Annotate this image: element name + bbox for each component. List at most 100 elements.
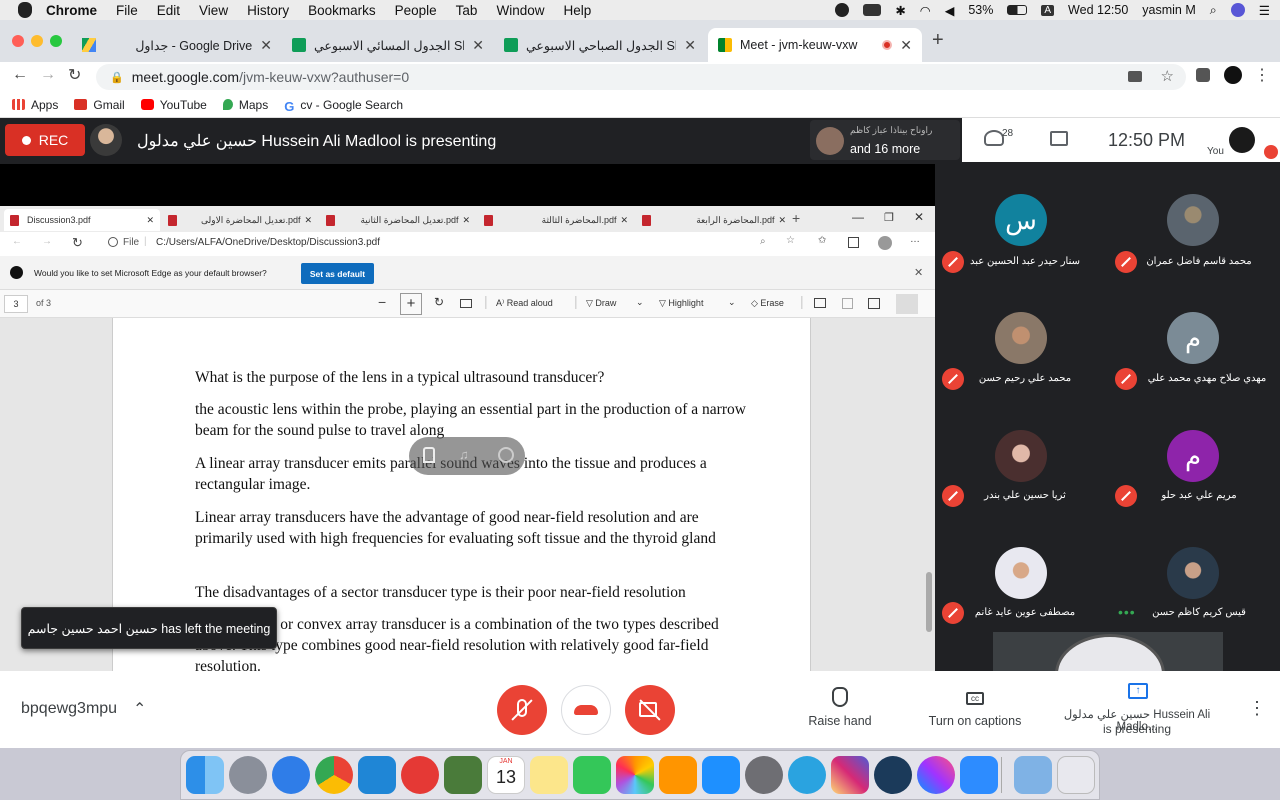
qreader-icon[interactable] [874, 756, 912, 794]
new-tab-button[interactable]: + [932, 29, 944, 52]
telegram-icon[interactable] [788, 756, 826, 794]
menu-file[interactable]: File [116, 3, 138, 18]
participant-avatar[interactable]: س [995, 194, 1047, 246]
menu-view[interactable]: View [199, 3, 228, 18]
present-screen-icon[interactable]: ↑ [1128, 683, 1148, 699]
edge-new-tab-button[interactable]: + [792, 210, 800, 226]
edge-tab-lecture1[interactable]: تعديل المحاضرة الاولى.pdf ✕ [162, 209, 318, 231]
raise-hand-label[interactable]: Raise hand [800, 714, 880, 728]
chat-icon[interactable] [1050, 131, 1068, 146]
chrome-menu-icon[interactable]: ⋮ [1254, 65, 1270, 85]
menu-bookmarks[interactable]: Bookmarks [308, 3, 376, 18]
participant-avatar[interactable]: م [1167, 430, 1219, 482]
save-icon[interactable] [842, 298, 853, 309]
close-tab-icon[interactable]: ✕ [900, 37, 912, 54]
edge-tab-discussion3[interactable]: Discussion3.pdf ✕ [4, 209, 160, 231]
read-aloud-button[interactable]: A⁾ Read aloud [496, 298, 553, 309]
highlight-button[interactable]: ▽ Highlight [659, 298, 703, 309]
tab-google-drive[interactable]: جداول - Google Drive ✕ [72, 28, 282, 62]
player-icon[interactable] [401, 756, 439, 794]
tab-evening-schedule[interactable]: الجدول المسائي الاسبوعي Sheets ✕ [282, 28, 494, 62]
close-tab-icon[interactable]: ✕ [472, 37, 484, 54]
zoom-window-button[interactable] [50, 35, 62, 47]
forward-icon[interactable]: → [40, 66, 56, 84]
leave-call-button[interactable] [561, 685, 611, 735]
vscode-icon[interactable] [358, 756, 396, 794]
save-as-icon[interactable] [868, 298, 880, 309]
bookmark-apps[interactable]: Apps [12, 98, 58, 112]
camera-toggle-button[interactable] [625, 685, 675, 735]
page-number-input[interactable]: 3 [4, 295, 28, 313]
participant-avatar[interactable]: م [1167, 312, 1219, 364]
pdf-scrollbar[interactable] [926, 572, 932, 632]
edge-collections-icon[interactable] [848, 237, 859, 248]
finder-icon[interactable] [186, 756, 224, 794]
more-participants-box[interactable]: راوناح بيناذا عباز كاظم and 16 more [810, 120, 960, 160]
menubar-user[interactable]: yasmin M [1142, 3, 1195, 17]
screen-recording-icon[interactable] [835, 3, 850, 17]
downloads-folder-icon[interactable] [1014, 756, 1052, 794]
mute-presentation-icon[interactable]: ♫ [459, 447, 473, 463]
profile-avatar[interactable] [1224, 66, 1242, 84]
meeting-code[interactable]: bpqewg3mpu [21, 700, 117, 718]
bookmark-star-icon[interactable]: ☆ [1161, 67, 1174, 85]
participant-photo[interactable] [1167, 194, 1219, 246]
edge-tab-lecture3[interactable]: المحاضرة الثالثة.pdf ✕ [478, 209, 634, 231]
books-icon[interactable] [659, 756, 697, 794]
edge-menu-icon[interactable]: … [910, 234, 920, 245]
info-icon[interactable] [108, 237, 118, 247]
close-tab-icon[interactable]: ✕ [778, 215, 786, 226]
more-options-icon[interactable]: ⋮ [1248, 698, 1266, 719]
lock-icon[interactable]: 🔒 [110, 71, 124, 84]
edge-back-icon[interactable]: ← [12, 236, 22, 247]
close-tab-icon[interactable]: ✕ [684, 37, 696, 54]
bookmark-gmail[interactable]: Gmail [74, 98, 125, 112]
bluetooth-icon[interactable]: ✱ [895, 3, 905, 18]
chrome-icon[interactable] [315, 756, 353, 794]
presenter-status[interactable]: is presenting [1046, 722, 1228, 736]
facetime-icon[interactable] [573, 756, 611, 794]
draw-button[interactable]: ▽ Draw [586, 298, 616, 309]
zoom-icon[interactable] [960, 756, 998, 794]
tab-google-meet[interactable]: Meet - jvm-keuw-vxw ✕ [708, 28, 922, 62]
edge-path[interactable]: C:/Users/ALFA/OneDrive/Desktop/Discussio… [156, 237, 380, 248]
script-editor-icon[interactable] [444, 756, 482, 794]
tab-morning-schedule[interactable]: الجدول الصباحي الاسبوعي Sheets ✕ [494, 28, 706, 62]
people-icon[interactable] [984, 130, 1004, 146]
apple-icon[interactable] [18, 2, 32, 18]
self-avatar[interactable] [1229, 127, 1255, 153]
edge-favorite-icon[interactable]: ☆ [786, 235, 795, 246]
edge-restore-button[interactable]: ❐ [884, 211, 894, 224]
edge-tab-lecture4[interactable]: المحاضرة الرابعة.pdf ✕ [636, 209, 792, 231]
messenger-icon[interactable] [917, 756, 955, 794]
notes-icon[interactable] [530, 756, 568, 794]
raise-hand-icon[interactable] [832, 687, 848, 707]
bookmark-maps[interactable]: Maps [222, 98, 268, 112]
close-tab-icon[interactable]: ✕ [620, 215, 628, 226]
menu-help[interactable]: Help [563, 3, 591, 18]
set-default-button[interactable]: Set as default [301, 263, 374, 284]
notification-center-icon[interactable]: ☰ [1259, 3, 1270, 18]
close-tab-icon[interactable]: ✕ [462, 215, 470, 226]
reload-icon[interactable]: ↻ [68, 65, 81, 85]
fit-page-icon[interactable] [460, 299, 472, 308]
menu-edit[interactable]: Edit [157, 3, 180, 18]
captions-label[interactable]: Turn on captions [920, 714, 1030, 728]
participant-photo[interactable] [995, 430, 1047, 482]
edge-profile-icon[interactable] [878, 236, 892, 250]
edge-zoom-icon[interactable]: ⌕ [760, 236, 766, 247]
menu-window[interactable]: Window [496, 3, 544, 18]
wifi-icon[interactable]: ◠ [920, 3, 931, 18]
camera-blocked-icon[interactable] [1128, 71, 1142, 82]
input-source[interactable]: A [1041, 4, 1055, 16]
participant-photo[interactable] [995, 547, 1047, 599]
volume-icon[interactable]: ◀ [945, 3, 955, 18]
close-tab-icon[interactable]: ✕ [304, 215, 312, 226]
minimize-window-button[interactable] [31, 35, 43, 47]
rotate-icon[interactable]: ↻ [434, 295, 444, 309]
zoom-in-icon[interactable]: + [400, 293, 422, 315]
zoom-out-icon[interactable]: − [378, 294, 386, 310]
erase-button[interactable]: ◇ Erase [751, 298, 784, 309]
edge-close-button[interactable]: ✕ [914, 210, 924, 224]
highlight-dropdown-icon[interactable]: ⌄ [728, 297, 736, 308]
